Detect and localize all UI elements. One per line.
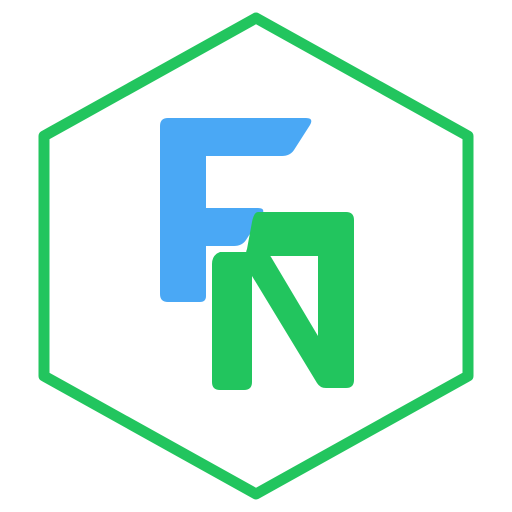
logo-canvas: [0, 0, 512, 512]
fn-monogram-hexagon-icon: [38, 12, 474, 500]
